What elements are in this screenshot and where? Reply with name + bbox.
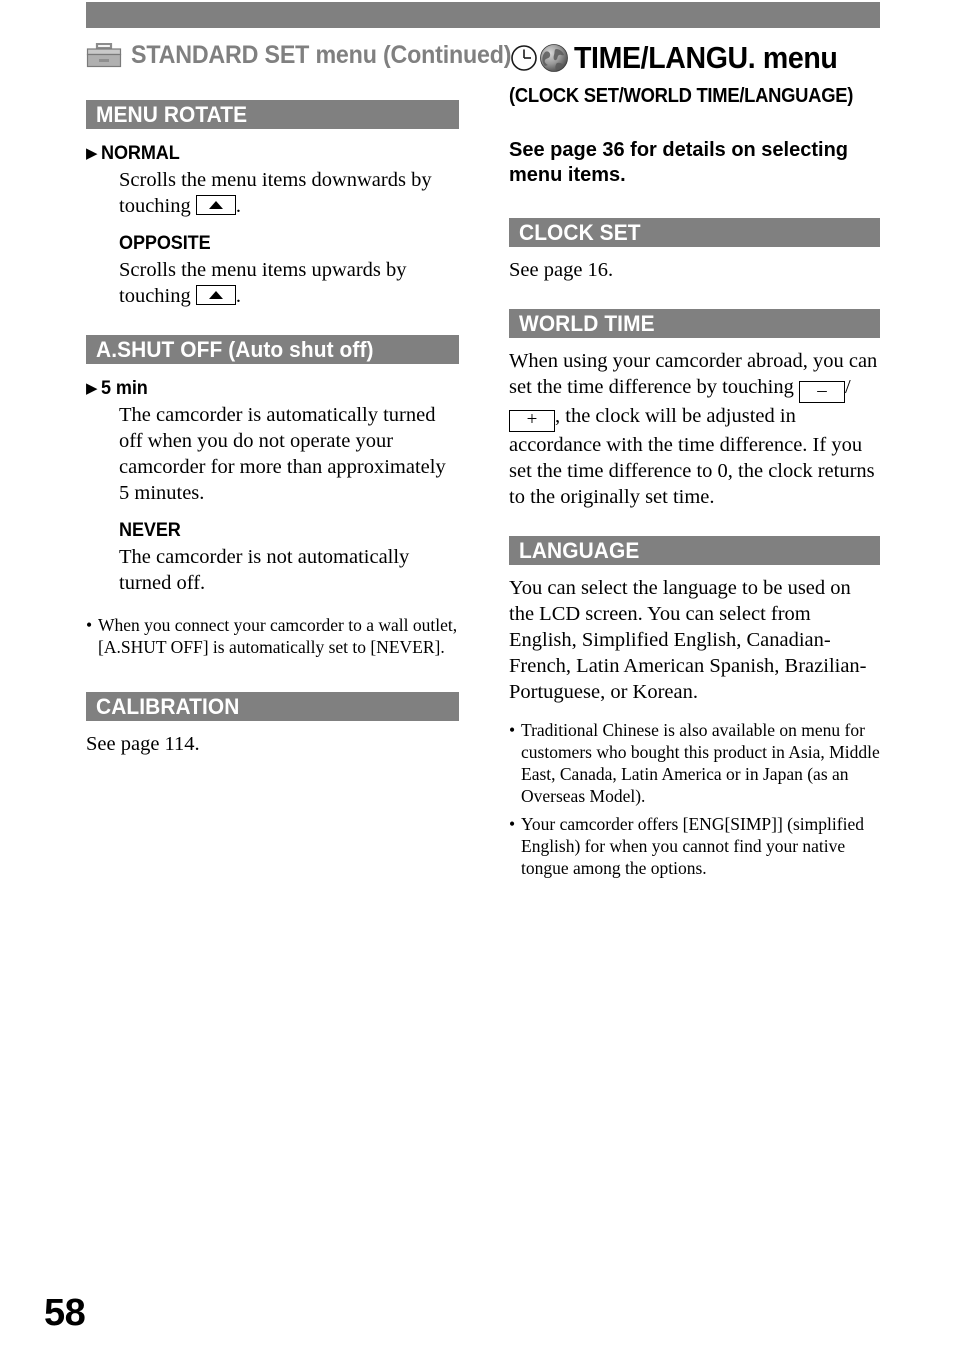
description-text-end: . — [235, 195, 241, 217]
description-text: Scrolls the menu items upwards by touchi… — [119, 259, 407, 307]
note-item: • When you connect your camcorder to a w… — [86, 614, 459, 658]
up-arrow-key-icon — [195, 195, 236, 215]
note-text: Traditional Chinese is also available on… — [521, 720, 880, 806]
calibration-description: See page 114. — [86, 733, 200, 755]
option-never-description: The camcorder is not automatically turne… — [119, 546, 410, 594]
option-label: 5 min — [100, 378, 148, 399]
world-time-description: When using your camcorder abroad, you ca… — [509, 348, 880, 510]
note-item: • Traditional Chinese is also available … — [509, 719, 880, 807]
section-bar-clock-set: CLOCK SET — [509, 218, 880, 247]
globe-icon — [540, 41, 571, 75]
default-marker-icon: ▶ — [86, 145, 98, 162]
option-never: NEVER — [119, 520, 459, 542]
option-label: NEVER — [119, 520, 181, 541]
manual-page: STANDARD SET menu (Continued) MENU ROTAT… — [0, 0, 954, 1357]
bullet-icon: • — [509, 720, 516, 740]
option-opposite-description: Scrolls the menu items upwards by touchi… — [119, 257, 459, 309]
default-marker-icon: ▶ — [86, 380, 98, 397]
note-text: When you connect your camcorder to a wal… — [98, 615, 458, 657]
section-title: CLOCK SET — [519, 219, 641, 245]
plus-key-icon: + — [509, 410, 555, 432]
option-5-min-description: The camcorder is automatically turned of… — [119, 404, 446, 504]
header-rule — [86, 2, 880, 28]
key-separator: / — [844, 376, 851, 398]
section-bar-world-time: WORLD TIME — [509, 309, 880, 338]
notes-language: • Traditional Chinese is also available … — [509, 719, 880, 879]
bullet-icon: • — [86, 615, 93, 635]
option-5-min: ▶ 5 min — [86, 378, 459, 400]
section-title: WORLD TIME — [519, 310, 655, 336]
option-label: OPPOSITE — [119, 233, 211, 254]
intro-instruction: See page 36 for details on selecting men… — [509, 139, 849, 186]
minus-key-icon: – — [798, 381, 845, 403]
page-title: STANDARD SET menu (Continued) — [131, 40, 512, 69]
section-bar-language: LANGUAGE — [509, 536, 880, 565]
up-arrow-key-icon — [195, 285, 236, 305]
option-normal: ▶ NORMAL — [86, 143, 459, 165]
description-text: Scrolls the menu items downwards by touc… — [119, 169, 432, 217]
page-title: TIME/LANGU. menu — [574, 40, 838, 75]
note-item: • Your camcorder offers [ENG[SIMP]] (sim… — [509, 813, 880, 879]
right-column: TIME/LANGU. menu (CLOCK SET/WORLD TIME/L… — [509, 36, 880, 879]
right-running-head: TIME/LANGU. menu — [509, 36, 880, 80]
section-title: MENU ROTATE — [96, 101, 248, 127]
section-bar-menu-rotate: MENU ROTATE — [86, 100, 459, 129]
note-text: Your camcorder offers [ENG[SIMP]] (simpl… — [521, 814, 864, 878]
description-text-end: . — [235, 285, 241, 307]
clock-icon — [509, 43, 539, 73]
option-normal-description: Scrolls the menu items downwards by touc… — [119, 167, 459, 219]
left-running-head: STANDARD SET menu (Continued) — [86, 36, 512, 74]
section-title: LANGUAGE — [519, 537, 640, 563]
language-description: You can select the language to be used o… — [509, 575, 880, 705]
notes-a-shut-off: • When you connect your camcorder to a w… — [86, 614, 459, 658]
option-label: NORMAL — [100, 143, 180, 164]
option-opposite: OPPOSITE — [119, 233, 459, 255]
page-number: 58 — [44, 1292, 86, 1334]
page-subtitle: (CLOCK SET/WORLD TIME/LANGUAGE) — [509, 85, 854, 107]
toolbox-icon — [86, 42, 122, 68]
section-title: CALIBRATION — [96, 693, 240, 719]
section-bar-calibration: CALIBRATION — [86, 692, 459, 721]
section-title: A.SHUT OFF (Auto shut off) — [96, 336, 374, 362]
left-column: STANDARD SET menu (Continued) MENU ROTAT… — [86, 36, 512, 757]
section-bar-a-shut-off: A.SHUT OFF (Auto shut off) — [86, 335, 459, 364]
bullet-icon: • — [509, 814, 516, 834]
clock-set-description: See page 16. — [509, 259, 614, 281]
